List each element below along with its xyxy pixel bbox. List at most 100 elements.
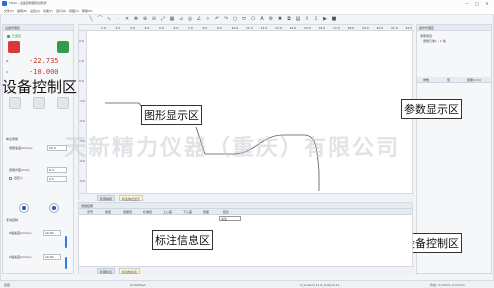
graph-tabs: 轮廓编辑 标注信息显示 — [79, 193, 414, 201]
measure-step-select[interactable]: 0.4 — [47, 167, 67, 173]
connection-status: 已连接 — [12, 34, 22, 38]
zoom-in-icon[interactable]: ⊕ — [142, 16, 148, 22]
ruler-top-tick: 1.0 — [101, 26, 106, 30]
up-button[interactable] — [9, 97, 21, 109]
run-icon[interactable]: ▶ — [322, 16, 328, 22]
ellipse-icon[interactable]: ⬭ — [241, 16, 247, 22]
col-value: 值 — [447, 78, 451, 82]
curve-icon[interactable]: ∿ — [106, 16, 112, 22]
tree-item[interactable]: 测量元素1 - 1 线 — [423, 39, 446, 43]
text-icon[interactable]: A — [259, 16, 265, 22]
ruler-top-tick: 14.0 — [289, 26, 297, 30]
ruler-top-tick: 13.0 — [275, 26, 282, 30]
ruler-left: 2.0 1.0 0.0 -1.0 -2.0 -3.0 -4.0 -5.0 — [79, 31, 87, 193]
menu-bar: 文件(F) 编辑(E) 设置(S) 功能(F) 运行(R) 视图(V) 帮助(H… — [0, 8, 494, 15]
z-speed-field[interactable]: 10.00 — [43, 230, 61, 236]
z-speed-label: Z轴速度(mm/s): — [9, 231, 32, 235]
circle-icon[interactable]: ○ — [232, 16, 238, 22]
operation-panel-title: 操作管理区 — [417, 25, 491, 31]
device-control-overlay: 设备控制区 — [2, 78, 78, 96]
undo-icon[interactable]: ↶ — [214, 16, 220, 22]
app-logo-icon — [2, 1, 7, 6]
target-icon[interactable]: ◎ — [187, 16, 193, 22]
arc-icon[interactable]: ⌒ — [97, 16, 103, 22]
fit-icon[interactable]: ⤢ — [160, 16, 166, 22]
ruler-top-tick: 17.0 — [333, 26, 340, 30]
minimize-button[interactable]: — — [462, 0, 472, 7]
down-button[interactable] — [57, 97, 69, 109]
ruler-left-tick: -2.0 — [79, 119, 85, 123]
copy-icon[interactable]: ⧉ — [286, 16, 292, 22]
stop-device-button[interactable] — [8, 41, 20, 53]
z-jog-button[interactable] — [19, 203, 29, 213]
tab-annotation-table[interactable]: 标注信息表 — [119, 268, 141, 274]
x-jog-button[interactable] — [49, 203, 59, 213]
col-result: 结果(mm) — [467, 78, 482, 82]
grid-icon[interactable]: ▦ — [169, 16, 175, 22]
col-index: 序号 — [87, 210, 94, 214]
close-button[interactable]: ✕ — [482, 0, 492, 7]
paste-icon[interactable]: ▤ — [295, 16, 301, 22]
ruler-top-tick: 5.0 — [159, 26, 164, 30]
point-icon[interactable]: · — [115, 16, 121, 22]
ruler-top-tick: 19.0 — [362, 26, 369, 30]
tab-annotation-display[interactable]: 标注信息显示 — [119, 195, 144, 201]
z-speed-slider[interactable] — [65, 236, 67, 248]
custom-field[interactable]: 0.5 — [47, 176, 67, 182]
zoom-out-icon[interactable]: ⊖ — [151, 16, 157, 22]
x-speed-slider[interactable] — [65, 257, 67, 269]
stop-icon[interactable]: ■ — [331, 16, 337, 22]
tab-profile-annotation[interactable]: 轮廓标注 — [97, 268, 116, 274]
line-icon[interactable]: ╲ — [88, 16, 94, 22]
import-icon[interactable]: ⇩ — [313, 16, 319, 22]
ruler-left-tick: 1.0 — [79, 59, 84, 63]
graph-area-overlay: 图形显示区 — [141, 105, 202, 125]
ruler-top-tick: 3.0 — [130, 26, 135, 30]
x-speed-field[interactable]: 10.00 — [43, 254, 61, 260]
menu-edit[interactable]: 编辑(E) — [17, 9, 27, 13]
tab-profile-edit[interactable]: 轮廓编辑 — [97, 195, 116, 201]
custom-checkbox[interactable] — [9, 177, 12, 180]
col-lower-tol: 下公差 — [183, 210, 193, 214]
cross-icon[interactable]: ✕ — [124, 16, 130, 22]
ruler-top-tick: 10.0 — [231, 26, 239, 30]
snap-icon[interactable]: ⊹ — [205, 16, 211, 22]
ruler-top-tick: 7.0 — [188, 26, 193, 30]
profile-canvas[interactable] — [87, 31, 414, 193]
ruler-top-tick: 8.0 — [202, 26, 208, 30]
ruler-top-tick: 15.0 — [304, 26, 311, 30]
col-conclusion: 结论 — [223, 210, 230, 214]
delete-icon[interactable]: ✖ — [277, 16, 283, 22]
menu-help[interactable]: 帮助(H) — [82, 9, 93, 13]
home-button[interactable] — [33, 97, 45, 109]
tree-root[interactable]: 测量项目 — [420, 34, 432, 38]
window-title: FPGA - 设备控制器测试软件 — [9, 1, 47, 5]
custom-label: 自定义 — [14, 176, 24, 180]
status-mode: Undefined — [130, 283, 146, 287]
maximize-button[interactable]: □ — [472, 0, 482, 7]
move-icon[interactable]: ✥ — [133, 16, 139, 22]
angle-icon[interactable]: ∠ — [196, 16, 202, 22]
graph-panel: 1.0 2.0 3.0 4.0 5.0 6.0 7.0 8.0 9.0 10.0 11.0 12.0 1… — [78, 24, 414, 201]
menu-file[interactable]: 文件(F) — [4, 9, 14, 13]
menu-run[interactable]: 运行(R) — [56, 9, 66, 13]
annotation-table-header: 序号 类型 测量值 标准值 上公差 下公差 误差 结论 — [79, 209, 412, 215]
ruler-top-tick: 11.0 — [246, 26, 253, 30]
measure-icon[interactable]: ⊿ — [178, 16, 184, 22]
z-axis-value: -22.735 — [29, 57, 59, 65]
col-measured: 测量值 — [123, 210, 133, 214]
ruler-top-tick: 6.0 — [173, 26, 179, 30]
download-button[interactable] — [57, 41, 69, 53]
polygon-icon[interactable]: ⬠ — [250, 16, 256, 22]
export-icon[interactable]: ⇪ — [304, 16, 310, 22]
settings-icon[interactable]: ⚙ — [268, 16, 274, 22]
col-standard: 标准值 — [143, 210, 153, 214]
ruler-top-tick: 20.0 — [376, 26, 384, 30]
menu-function[interactable]: 功能(F) — [43, 9, 53, 13]
menu-view[interactable]: 视图(V) — [69, 9, 79, 13]
x-axis-label: X: — [6, 70, 10, 74]
ruler-top-tick: 4.0 — [144, 26, 150, 30]
status-ready: 就绪 — [4, 283, 11, 287]
redo-icon[interactable]: ↷ — [223, 16, 229, 22]
menu-settings[interactable]: 设置(S) — [30, 9, 40, 13]
